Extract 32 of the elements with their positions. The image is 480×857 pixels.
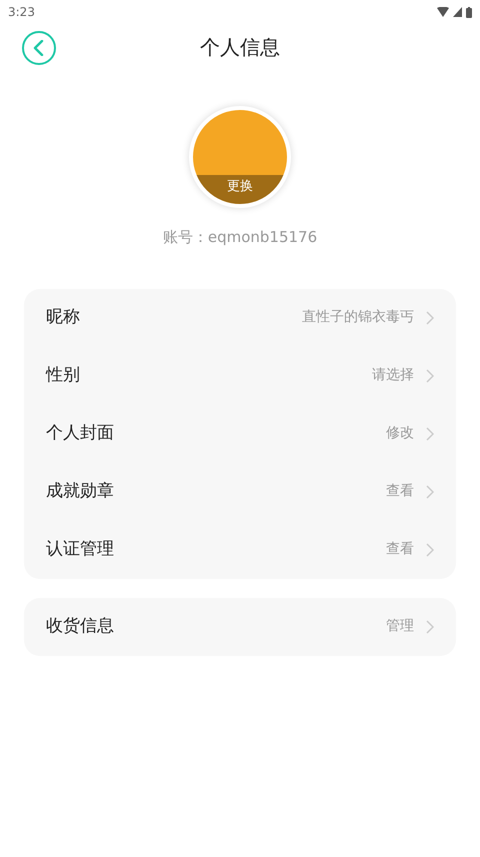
settings-row[interactable]: 昵称 直性子的锦衣毒丐: [24, 288, 456, 346]
account-id: 账号：eqmonb15176: [162, 227, 318, 248]
row-value: 请选择: [372, 366, 414, 385]
settings-row[interactable]: 性别 请选择: [24, 346, 456, 404]
chevron-right-icon: [426, 426, 434, 440]
row-value: 直性子的锦衣毒丐: [302, 308, 414, 327]
chevron-right-icon: [426, 542, 434, 556]
settings-row[interactable]: 个人封面 修改: [24, 404, 456, 462]
row-label: 昵称: [46, 306, 80, 329]
page-title: 个人信息: [200, 34, 280, 61]
settings-row[interactable]: 收货信息 管理: [24, 598, 456, 656]
back-icon: [33, 40, 45, 56]
chevron-right-icon: [426, 368, 434, 382]
signal-icon: [453, 7, 462, 17]
chevron-right-icon: [426, 484, 434, 498]
row-value: 查看: [386, 482, 414, 501]
battery-icon: [466, 6, 472, 18]
row-label: 收货信息: [46, 614, 114, 638]
row-label: 成就勋章: [46, 480, 114, 503]
row-value: 修改: [386, 424, 414, 443]
row-label: 性别: [46, 364, 80, 387]
wifi-icon: [437, 7, 449, 17]
status-time: 3:23: [8, 4, 35, 21]
row-value: 管理: [386, 617, 414, 636]
row-label: 认证管理: [46, 538, 114, 561]
settings-row[interactable]: 成就勋章 查看: [24, 462, 456, 520]
row-label: 个人封面: [46, 422, 114, 445]
back-button[interactable]: [22, 31, 56, 65]
chevron-right-icon: [426, 310, 434, 324]
settings-row[interactable]: 认证管理 查看: [24, 520, 456, 578]
chevron-right-icon: [426, 620, 434, 634]
row-value: 查看: [386, 540, 414, 559]
